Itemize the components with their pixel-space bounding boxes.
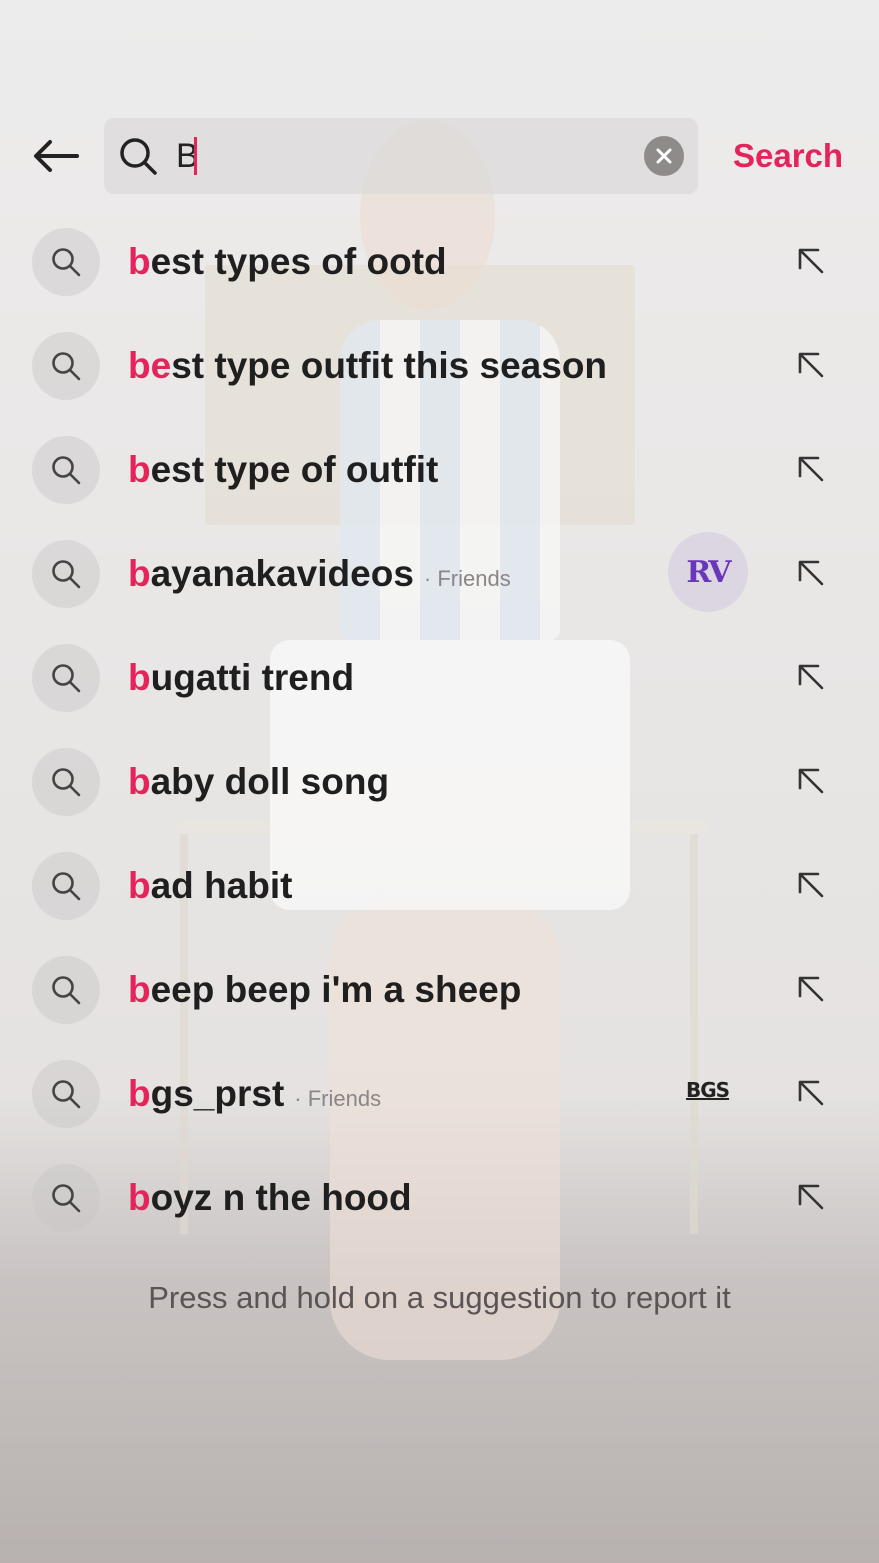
suggestion-item[interactable]: bgs_prst · Friends BGS [0,1042,879,1146]
arrow-up-left-icon[interactable] [792,452,828,488]
search-button[interactable]: Search [733,134,843,178]
avatar: RV [668,532,748,612]
arrow-up-left-icon[interactable] [792,348,828,384]
report-hint: Press and hold on a suggestion to report… [148,1280,731,1315]
avatar: BGS [686,1078,730,1102]
suggestion-rest: eep beep i'm a sheep [150,969,522,1010]
search-icon [32,748,100,816]
suggestion-rest: ad habit [150,865,293,906]
suggestion-rest: est type of outfit [150,449,439,490]
suggestion-rest: est types of ootd [150,241,447,282]
arrow-up-left-icon[interactable] [792,972,828,1008]
text-caret [194,137,197,175]
suggestion-item[interactable]: beep beep i'm a sheep [0,938,879,1042]
arrow-up-left-icon[interactable] [792,556,828,592]
suggestion-match: b [128,761,151,802]
back-button[interactable] [30,130,82,182]
suggestion-item[interactable]: bad habit [0,834,879,938]
close-icon [656,148,672,164]
suggestion-text: beep beep i'm a sheep [128,968,521,1012]
suggestion-match: b [128,1177,151,1218]
suggestion-text: bad habit [128,864,292,908]
arrow-up-left-icon[interactable] [792,244,828,280]
suggestion-match: b [128,553,151,594]
suggestion-text: baby doll song [128,760,389,804]
suggestion-match: be [128,345,172,386]
suggestion-match: b [128,1073,151,1114]
suggestion-match: b [128,865,151,906]
search-icon [32,852,100,920]
search-screen: B Search best types of ootd best type ou… [0,0,879,1563]
suggestion-rest: st type outfit this season [171,345,608,386]
friends-tag: · Friends [423,566,511,591]
suggestion-item[interactable]: best type of outfit [0,418,879,522]
suggestion-rest: ayanakavideos [150,553,414,594]
suggestion-item[interactable]: best types of ootd [0,210,879,314]
search-icon [32,540,100,608]
suggestion-item[interactable]: baby doll song [0,730,879,834]
search-icon [32,956,100,1024]
search-icon [32,644,100,712]
search-icon [120,138,157,175]
search-icon [32,436,100,504]
suggestion-rest: aby doll song [150,761,390,802]
suggestion-item[interactable]: bugatti trend [0,626,879,730]
suggestion-match: b [128,449,151,490]
search-icon [32,228,100,296]
search-icon [32,332,100,400]
suggestion-match: b [128,657,151,698]
suggestion-text: best types of ootd [128,240,447,284]
suggestion-text: bugatti trend [128,656,354,700]
arrow-left-icon [34,140,79,172]
suggestion-item[interactable]: boyz n the hood [0,1146,879,1250]
arrow-up-left-icon[interactable] [792,1076,828,1112]
suggestion-text: best type outfit this season [128,344,607,388]
arrow-up-left-icon[interactable] [792,868,828,904]
suggestion-text: best type of outfit [128,448,438,492]
suggestion-rest: gs_prst [150,1073,285,1114]
clear-button[interactable] [644,136,684,176]
suggestion-item[interactable]: best type outfit this season [0,314,879,418]
search-icon [32,1164,100,1232]
arrow-up-left-icon[interactable] [792,764,828,800]
suggestion-match: b [128,241,151,282]
suggestion-text: bgs_prst · Friends [128,1072,381,1116]
suggestion-text: boyz n the hood [128,1176,412,1220]
suggestion-match: b [128,969,151,1010]
arrow-up-left-icon[interactable] [792,1180,828,1216]
suggestion-rest: ugatti trend [150,657,355,698]
suggestion-text: bayanakavideos · Friends [128,552,511,596]
suggestion-rest: oyz n the hood [150,1177,412,1218]
search-icon [32,1060,100,1128]
search-header: B Search [0,0,879,200]
friends-tag: · Friends [294,1086,382,1111]
arrow-up-left-icon[interactable] [792,660,828,696]
suggestion-item[interactable]: bayanakavideos · Friends RV [0,522,879,626]
